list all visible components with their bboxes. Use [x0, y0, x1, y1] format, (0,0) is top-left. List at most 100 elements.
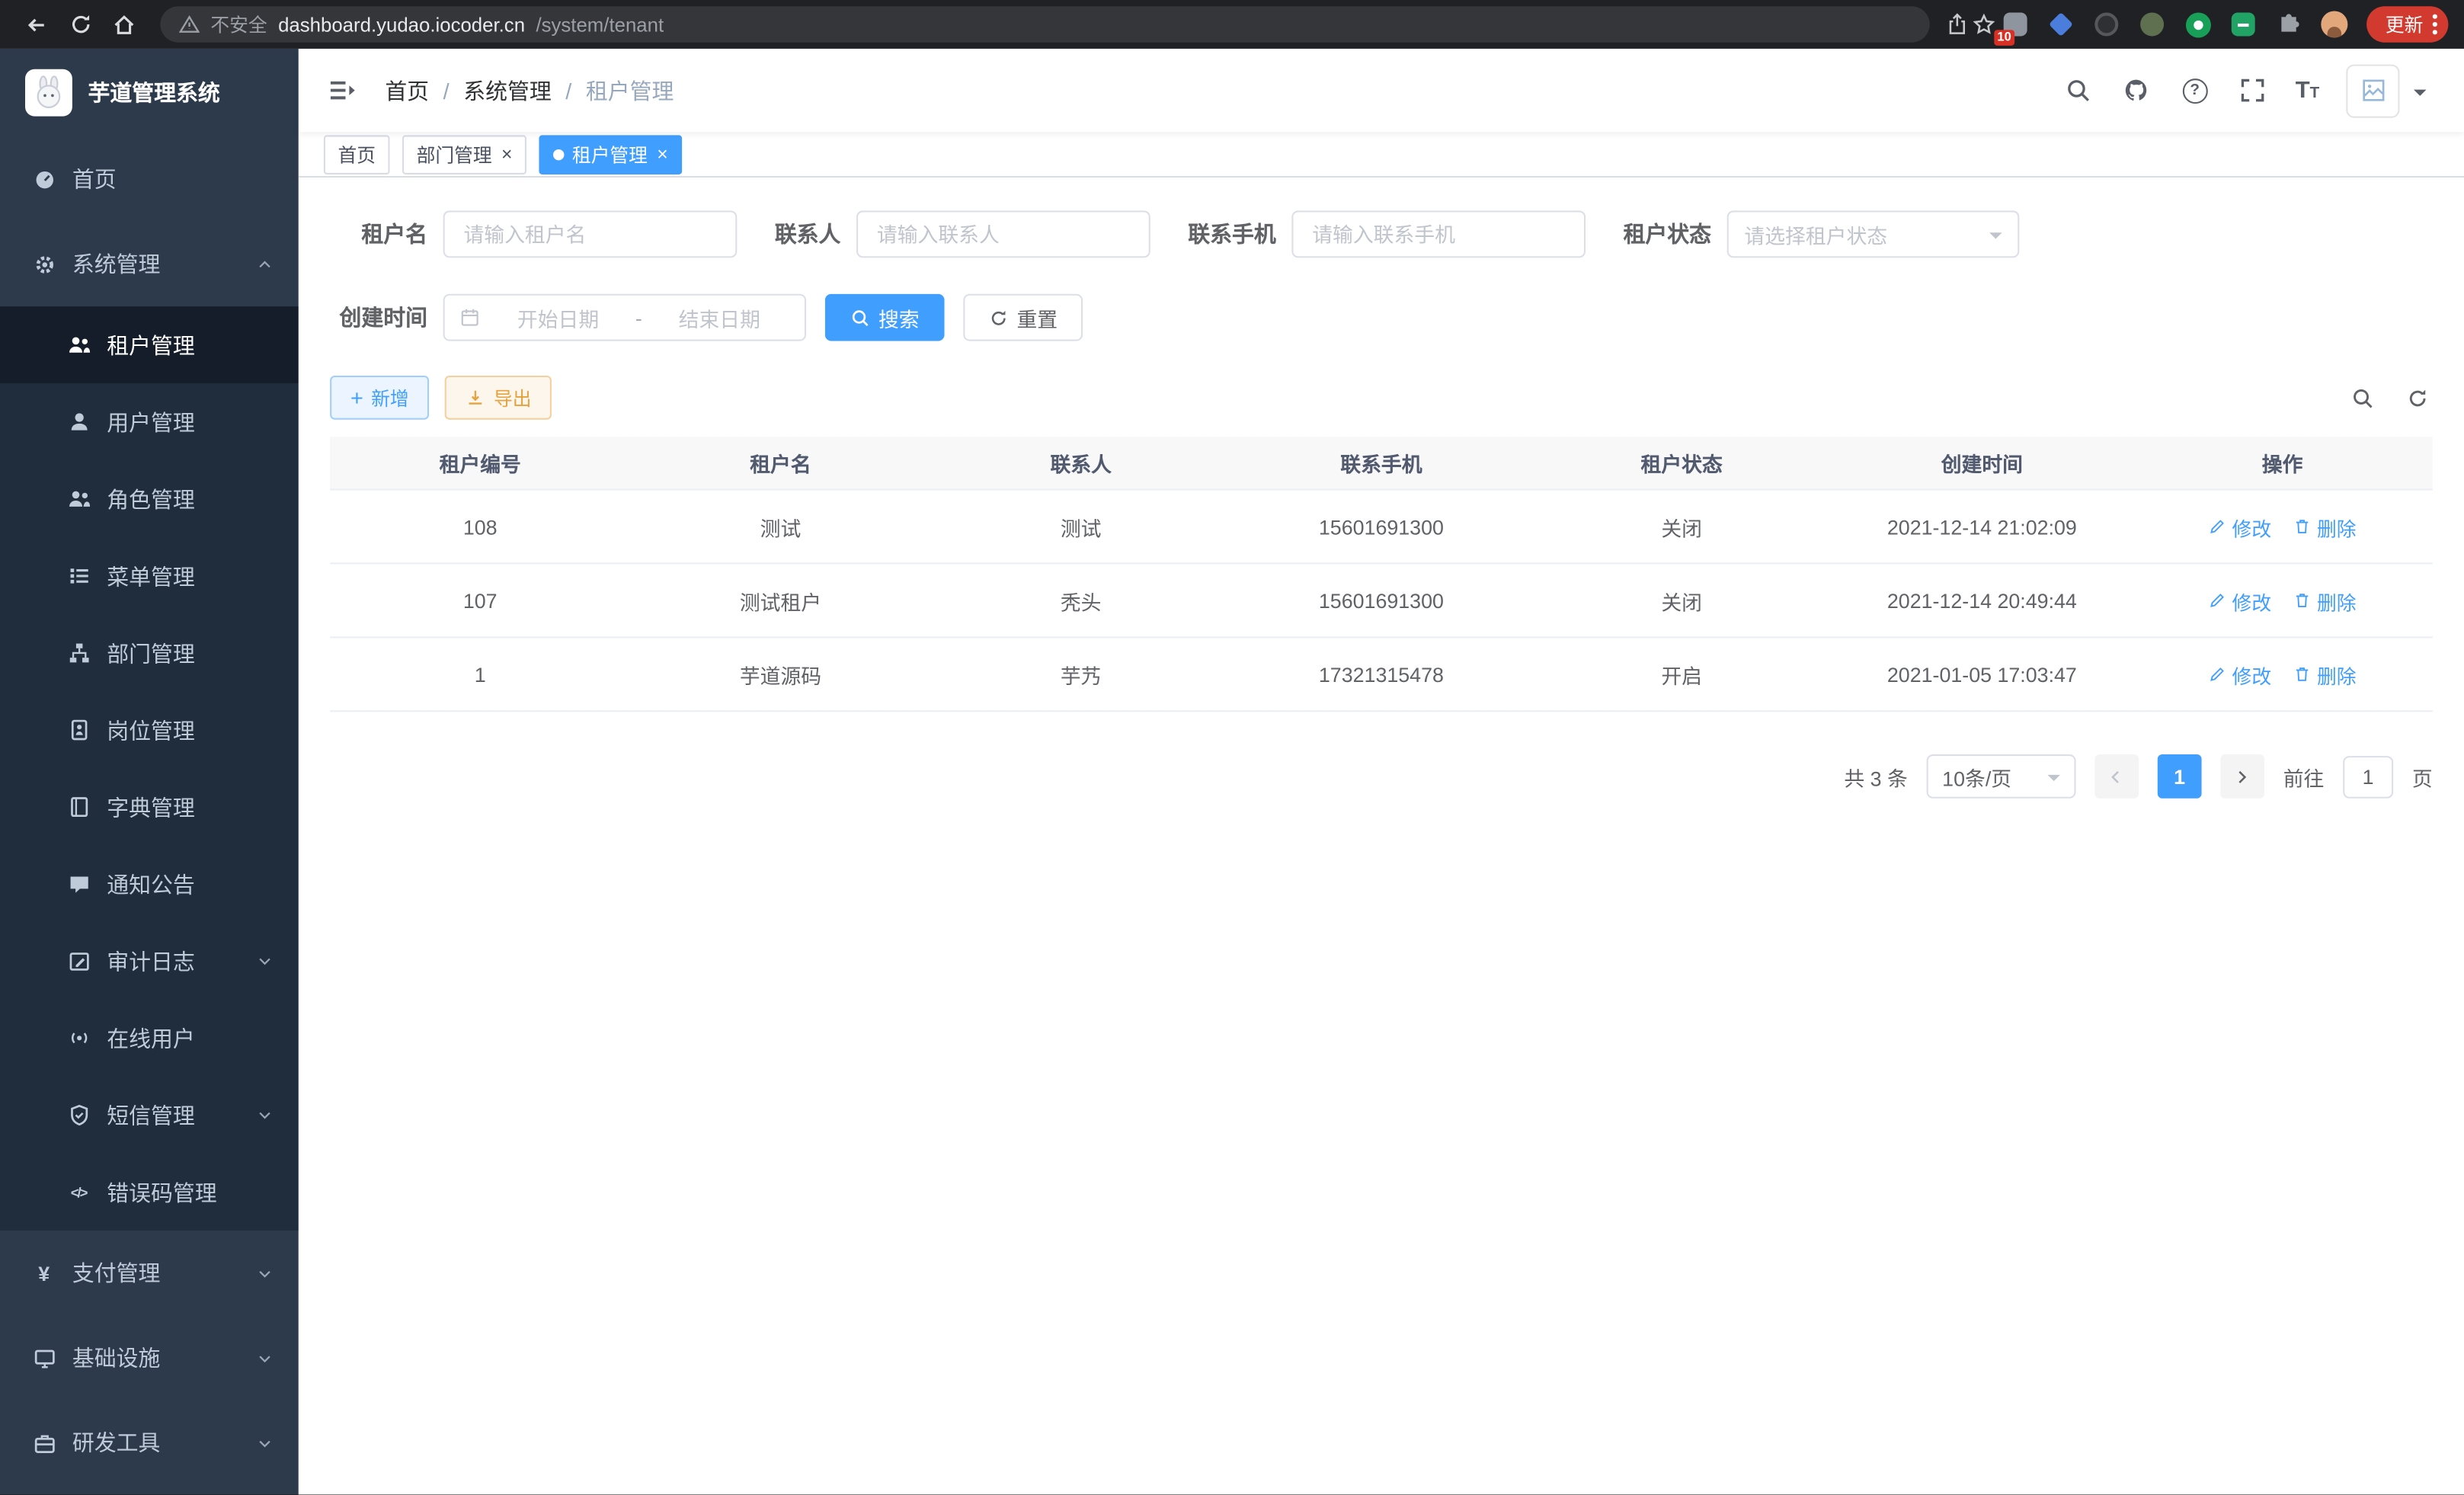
breadcrumb-item[interactable]: 首页	[385, 75, 429, 106]
sidebar-item-post[interactable]: 岗位管理	[0, 692, 299, 769]
edit-link[interactable]: 修改	[2209, 659, 2272, 689]
help-button[interactable]: ?	[2179, 75, 2210, 106]
back-button[interactable]	[16, 4, 57, 45]
cell-created: 2021-12-14 20:49:44	[1832, 588, 2132, 612]
extension-5-icon[interactable]	[2184, 10, 2213, 38]
sidebar-item-sms[interactable]: 短信管理	[0, 1077, 299, 1154]
profile-avatar[interactable]	[2321, 10, 2349, 38]
close-icon[interactable]: ×	[657, 145, 667, 164]
sidebar-item-dept[interactable]: 部门管理	[0, 614, 299, 691]
date-range-picker[interactable]: 开始日期 - 结束日期	[443, 294, 806, 341]
github-button[interactable]	[2121, 75, 2152, 106]
security-label[interactable]: 不安全	[210, 11, 267, 37]
breadcrumb-separator: /	[443, 78, 450, 103]
sidebar-item-infra[interactable]: 基础设施	[0, 1315, 299, 1400]
search-icon	[850, 307, 871, 328]
status-select[interactable]: 请选择租户状态	[1727, 210, 2020, 258]
logo-image	[25, 69, 72, 117]
current-page-button[interactable]: 1	[2158, 754, 2202, 799]
cell-phone: 17321315478	[1231, 662, 1531, 686]
edit-link[interactable]: 修改	[2209, 511, 2272, 541]
delete-link[interactable]: 删除	[2293, 659, 2357, 689]
prev-page-button[interactable]	[2094, 754, 2139, 799]
delete-link[interactable]: 删除	[2293, 511, 2357, 541]
app-logo[interactable]: 芋道管理系统	[0, 49, 299, 137]
share-button[interactable]	[1945, 13, 1969, 37]
sidebar-item-role[interactable]: 角色管理	[0, 460, 299, 537]
browser-menu-icon[interactable]	[2433, 14, 2437, 35]
extension-2-icon[interactable]	[2047, 10, 2075, 38]
sidebar-item-menu[interactable]: 菜单管理	[0, 537, 299, 614]
search-icon	[2350, 386, 2373, 409]
id-badge-icon	[66, 718, 91, 743]
refresh-table-button[interactable]	[2402, 382, 2433, 413]
user-avatar[interactable]	[2346, 64, 2399, 117]
cell-name: 芋道源码	[630, 659, 930, 689]
toggle-search-button[interactable]	[2346, 382, 2377, 413]
sidebar-item-payment[interactable]: ¥ 支付管理	[0, 1231, 299, 1315]
status-select-placeholder: 请选择租户状态	[1744, 219, 1887, 249]
sidebar-item-online-users[interactable]: 在线用户	[0, 1000, 299, 1077]
extension-puzzle-icon[interactable]	[2275, 10, 2303, 38]
date-separator: -	[635, 306, 642, 329]
date-start-placeholder[interactable]: 开始日期	[487, 303, 629, 332]
sidebar-item-devtools[interactable]: 研发工具	[0, 1401, 299, 1485]
sidebar-item-tenant[interactable]: 租户管理	[0, 306, 299, 383]
tab-label: 租户管理	[572, 141, 648, 168]
sidebar-item-dict[interactable]: 字典管理	[0, 769, 299, 846]
sidebar-item-user[interactable]: 用户管理	[0, 383, 299, 460]
add-button[interactable]: + 新增	[330, 376, 429, 420]
goto-label: 前往	[2283, 761, 2325, 791]
tab-home[interactable]: 首页	[324, 134, 390, 174]
cell-id: 108	[330, 514, 630, 538]
extension-1-icon[interactable]: 10	[2002, 10, 2030, 38]
briefcase-icon	[31, 1430, 56, 1455]
sidebar-item-notice[interactable]: 通知公告	[0, 846, 299, 923]
cell-name: 测试租户	[630, 585, 930, 615]
breadcrumb-current: 租户管理	[586, 75, 674, 106]
delete-link[interactable]: 删除	[2293, 585, 2357, 615]
goto-page-input[interactable]	[2343, 755, 2393, 798]
bookmark-button[interactable]	[1972, 13, 1995, 37]
update-button[interactable]: 更新	[2366, 6, 2448, 42]
warning-icon	[179, 14, 200, 35]
page-size-select[interactable]: 10条/页	[1927, 754, 2076, 799]
export-button-label: 导出	[494, 384, 532, 411]
avatar-caret-icon[interactable]	[2414, 89, 2427, 102]
github-icon	[2123, 77, 2150, 104]
cell-actions: 修改 删除	[2132, 511, 2432, 541]
edit-link[interactable]: 修改	[2209, 585, 2272, 615]
sidebar-item-label: 租户管理	[107, 329, 274, 360]
home-button[interactable]	[104, 4, 145, 45]
export-button[interactable]: 导出	[445, 376, 552, 420]
next-page-button[interactable]	[2220, 754, 2264, 799]
reload-button[interactable]	[59, 4, 101, 45]
tab-label: 部门管理	[417, 141, 492, 168]
sidebar-item-home[interactable]: 首页	[0, 136, 299, 221]
tab-dept[interactable]: 部门管理 ×	[402, 134, 526, 174]
tenant-name-input[interactable]	[443, 210, 738, 258]
fullscreen-button[interactable]	[2237, 75, 2268, 106]
contact-input[interactable]	[856, 210, 1150, 258]
font-size-button[interactable]: TT	[2296, 78, 2320, 102]
address-bar[interactable]: 不安全 dashboard.yudao.iocoder.cn/system/te…	[160, 6, 1929, 42]
sidebar-toggle-button[interactable]	[322, 72, 360, 110]
phone-input[interactable]	[1291, 210, 1586, 258]
extension-6-icon[interactable]	[2230, 10, 2258, 38]
sidebar-item-audit-log[interactable]: 审计日志	[0, 923, 299, 1000]
close-icon[interactable]: ×	[501, 145, 512, 164]
user-icon	[66, 409, 91, 434]
header-search-button[interactable]	[2062, 75, 2094, 106]
tab-tenant[interactable]: 租户管理 ×	[539, 134, 683, 174]
extension-3-icon[interactable]	[2093, 10, 2121, 38]
reset-button[interactable]: 重置	[963, 294, 1083, 341]
date-end-placeholder[interactable]: 结束日期	[648, 303, 790, 332]
tenant-name-label: 租户名	[330, 219, 427, 250]
search-button[interactable]: 搜索	[825, 294, 945, 341]
refresh-icon	[988, 307, 1009, 328]
sidebar-item-label: 错误码管理	[107, 1176, 274, 1208]
breadcrumb-item[interactable]: 系统管理	[463, 75, 552, 106]
sidebar-item-errorcode[interactable]: </> 错误码管理	[0, 1154, 299, 1231]
extension-4-icon[interactable]	[2139, 10, 2167, 38]
sidebar-item-system[interactable]: 系统管理	[0, 222, 299, 306]
